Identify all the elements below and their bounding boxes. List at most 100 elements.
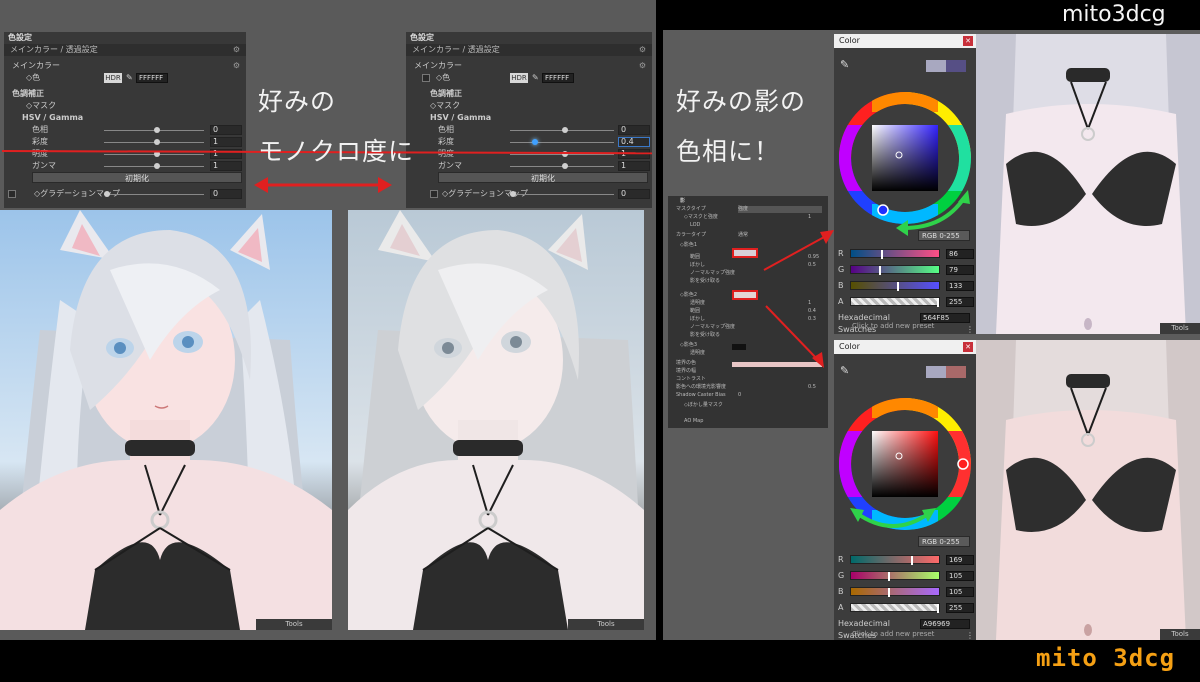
shadow-color-1-swatch[interactable] xyxy=(732,248,758,258)
shadow-row: ぼかし xyxy=(690,262,706,268)
b-slider[interactable] xyxy=(850,281,940,291)
tools-button[interactable]: Tools xyxy=(256,619,332,630)
shadow-row: 影を受け取る xyxy=(690,278,721,284)
tools-button[interactable]: Tools xyxy=(1160,323,1200,334)
eyedropper-icon[interactable]: ✎ xyxy=(126,72,133,84)
subsection-label: メインカラー / 透過設定 xyxy=(412,45,500,54)
a-field[interactable]: 255 xyxy=(946,603,974,613)
picker-title: Color xyxy=(839,36,860,45)
eyedropper-icon[interactable]: ✎ xyxy=(840,364,849,377)
subsection-label: メインカラー / 透過設定 xyxy=(10,45,98,54)
saturation-label: 彩度 xyxy=(32,137,48,146)
color-mode-select[interactable]: RGB 0-255 xyxy=(918,536,970,547)
hdr-button[interactable]: HDR xyxy=(510,73,528,83)
color-picker-1[interactable]: Color ✕ ✎ RGB 0-255 R 86 G 79 B 133 A 25… xyxy=(834,34,976,334)
subsection-header[interactable]: メインカラー / 透過設定 ⚙ xyxy=(4,44,246,56)
shadow-row: LOD xyxy=(690,222,701,228)
brightness-slider[interactable] xyxy=(104,151,204,157)
menu-icon[interactable]: ⋮ xyxy=(966,324,974,336)
viewport-original[interactable]: Tools xyxy=(0,210,332,630)
hue-slider[interactable] xyxy=(510,127,614,133)
hdr-button[interactable]: HDR xyxy=(104,73,122,83)
saturation-slider[interactable] xyxy=(104,139,204,145)
g-slider[interactable] xyxy=(850,265,940,275)
hue-slider[interactable] xyxy=(104,127,204,133)
b-label: B xyxy=(838,587,844,596)
r-label: R xyxy=(838,555,844,564)
shadow-color-3-swatch[interactable] xyxy=(732,344,746,350)
close-icon[interactable]: ✕ xyxy=(963,342,973,352)
saturation-field[interactable]: 1 xyxy=(210,137,242,147)
a-slider[interactable] xyxy=(850,603,940,613)
hue-field[interactable]: 0 xyxy=(618,125,650,135)
b-field[interactable]: 133 xyxy=(946,281,974,291)
gamma-slider[interactable] xyxy=(104,163,204,169)
g-label: G xyxy=(838,265,845,274)
color-checkbox[interactable] xyxy=(422,74,430,82)
add-preset-label-2[interactable]: Click to add new preset xyxy=(852,630,934,638)
color-picker-2[interactable]: Color ✕ ✎ RGB 0-255 R 169 G 105 B 105 A … xyxy=(834,340,976,640)
gamma-field[interactable]: 1 xyxy=(210,161,242,171)
hex-label: Hexadecimal xyxy=(838,313,890,322)
current-color-swatch xyxy=(946,60,966,72)
gradient-checkbox[interactable] xyxy=(8,190,16,198)
gear-icon[interactable]: ⚙ xyxy=(233,44,240,56)
saturation-slider[interactable] xyxy=(510,139,614,145)
gradient-field[interactable]: 0 xyxy=(618,189,650,199)
color-hex-field[interactable]: FFFFFF xyxy=(542,73,574,83)
shadow-color-type-value[interactable]: 通常 xyxy=(738,232,748,239)
shadow-color-2-swatch[interactable] xyxy=(732,290,758,300)
gradient-slider[interactable] xyxy=(510,191,614,197)
gradient-checkbox[interactable] xyxy=(430,190,438,198)
tools-button[interactable]: Tools xyxy=(568,619,644,630)
shadow-row: ◇影色2 xyxy=(680,292,698,298)
saturation-field[interactable]: 0.4 xyxy=(618,137,650,147)
gear-icon[interactable]: ⚙ xyxy=(639,44,646,56)
g-field[interactable]: 79 xyxy=(946,265,974,275)
viewport-shadow-purple[interactable]: Tools xyxy=(976,34,1200,334)
shadow-row: ノーマルマップ強度 xyxy=(690,324,736,330)
r-slider[interactable] xyxy=(850,249,940,259)
gear-icon[interactable]: ⚙ xyxy=(639,60,646,72)
hex-field[interactable]: A96969 xyxy=(920,619,970,629)
shadow-row: 範囲 xyxy=(690,308,701,314)
gradient-field[interactable]: 0 xyxy=(210,189,242,199)
color-mode-select[interactable]: RGB 0-255 xyxy=(918,230,970,241)
menu-icon[interactable]: ⋮ xyxy=(966,630,974,642)
caption-hue-1: 好みの影の xyxy=(676,87,807,116)
gamma-slider[interactable] xyxy=(510,163,614,169)
brightness-slider[interactable] xyxy=(510,151,614,157)
add-preset-label-1[interactable]: Click to add new preset xyxy=(852,322,934,330)
brand-top: mito3dcg xyxy=(1062,2,1166,27)
color-hex-field[interactable]: FFFFFF xyxy=(136,73,168,83)
mask-label: ◇マスク xyxy=(26,101,57,110)
b-field[interactable]: 105 xyxy=(946,587,974,597)
hue-field[interactable]: 0 xyxy=(210,125,242,135)
r-field[interactable]: 86 xyxy=(946,249,974,259)
gear-icon[interactable]: ⚙ xyxy=(233,60,240,72)
r-field[interactable]: 169 xyxy=(946,555,974,565)
viewport-desaturated[interactable]: Tools xyxy=(348,210,644,630)
correction-label: 色調補正 xyxy=(12,89,44,98)
a-field[interactable]: 255 xyxy=(946,297,974,307)
close-icon[interactable]: ✕ xyxy=(963,36,973,46)
reset-button[interactable]: 初期化 xyxy=(438,172,648,183)
shadow-row: 透明度 xyxy=(690,350,706,356)
eyedropper-icon[interactable]: ✎ xyxy=(532,72,539,84)
reset-button[interactable]: 初期化 xyxy=(32,172,242,183)
a-label: A xyxy=(838,603,844,612)
gamma-field[interactable]: 1 xyxy=(618,161,650,171)
tools-button[interactable]: Tools xyxy=(1160,629,1200,640)
subsection-header[interactable]: メインカラー / 透過設定 ⚙ xyxy=(406,44,652,56)
viewport-shadow-red[interactable]: Tools xyxy=(976,340,1200,640)
g-field[interactable]: 105 xyxy=(946,571,974,581)
b-slider[interactable] xyxy=(850,587,940,597)
color-label: ◇色 xyxy=(26,73,41,82)
previous-color-swatch xyxy=(926,60,946,72)
r-slider[interactable] xyxy=(850,555,940,565)
gradient-slider[interactable] xyxy=(104,191,204,197)
a-slider[interactable] xyxy=(850,297,940,307)
shadow-row: 影を受け取る xyxy=(690,332,721,338)
g-slider[interactable] xyxy=(850,571,940,581)
eyedropper-icon[interactable]: ✎ xyxy=(840,58,849,71)
